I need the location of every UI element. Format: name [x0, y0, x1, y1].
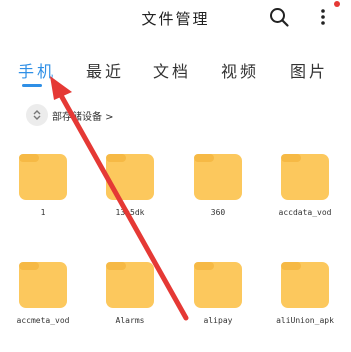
- annotation-arrow-icon: [50, 76, 189, 321]
